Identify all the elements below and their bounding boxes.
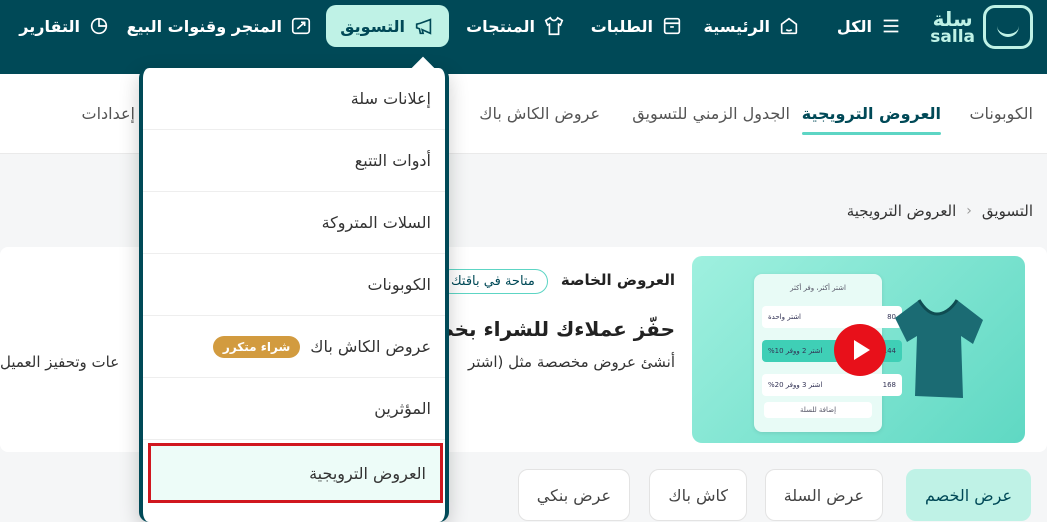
mock-row-label: اشتر واحدة <box>768 313 802 321</box>
menu-item-label: عروض الكاش باك <box>310 337 431 356</box>
card-label: العروض الخاصة <box>560 271 675 289</box>
mock-add-to-cart: إضافة للسلة <box>764 402 872 418</box>
nav-all-label: الكل <box>836 16 872 36</box>
card-description-tail: عات وتحفيز العميل <box>0 353 120 371</box>
menu-item-salla-ads[interactable]: إعلانات سلة <box>143 68 445 130</box>
menu-item-cashback[interactable]: عروض الكاش باك شراء متكرر <box>143 316 445 378</box>
nav-reports-label: التقارير <box>19 16 80 36</box>
breadcrumb-current: العروض الترويجية <box>846 202 957 220</box>
menu-item-label: الكوبونات <box>367 275 431 294</box>
menu-item-abandoned-carts[interactable]: السلات المتروكة <box>143 192 445 254</box>
nav-marketing[interactable]: التسويق <box>326 5 449 47</box>
menu-item-tracking-tools[interactable]: أدوات التتبع <box>143 130 445 192</box>
nav-store-channels-label: المتجر وقنوات البيع <box>126 16 282 36</box>
mock-row: 168 اشتر 3 ووفر 20% <box>762 374 902 396</box>
nav-home[interactable]: الرئيسية <box>704 5 801 47</box>
mock-row-label: اشتر 2 ووفر 10% <box>768 347 823 355</box>
breadcrumb-root[interactable]: التسويق <box>982 202 1033 220</box>
salla-logo-icon <box>983 5 1033 49</box>
menu-item-label: أدوات التتبع <box>354 151 431 170</box>
menu-item-label: إعلانات سلة <box>350 89 431 108</box>
menu-item-label: العروض الترويجية <box>309 463 426 483</box>
nav-orders[interactable]: الطلبات <box>591 5 683 47</box>
chip-bank-offer[interactable]: عرض بنكي <box>517 469 630 521</box>
menu-item-coupons[interactable]: الكوبونات <box>143 254 445 316</box>
pie-chart-icon <box>90 17 108 35</box>
tab-cashback[interactable]: عروض الكاش باك <box>479 104 600 123</box>
nav-orders-label: الطلبات <box>590 16 653 36</box>
chip-cashback[interactable]: كاش باك <box>649 469 747 521</box>
box-icon <box>663 17 681 35</box>
tab-promotions[interactable]: العروض الترويجية <box>801 104 942 135</box>
mock-title: اشتر أكثر، وفر أكثر <box>790 284 846 292</box>
play-icon[interactable] <box>834 324 886 376</box>
card-description: أنشئ عروض مخصصة مثل (اشتر <box>468 353 675 371</box>
nav-home-label: الرئيسية <box>703 16 771 36</box>
menu-item-label: السلات المتروكة <box>321 213 431 232</box>
repeat-purchase-badge: شراء متكرر <box>212 335 301 358</box>
chip-cart-offer[interactable]: عرض السلة <box>764 469 883 521</box>
menu-icon <box>883 19 899 33</box>
mock-row: 80 اشتر واحدة <box>762 306 902 328</box>
nav-store-channels[interactable]: المتجر وقنوات البيع <box>127 5 312 47</box>
tab-coupons[interactable]: الكوبونات <box>969 104 1033 123</box>
promo-video-thumbnail[interactable]: اشتر أكثر، وفر أكثر 80 اشتر واحدة 144 اش… <box>692 256 1025 443</box>
tshirt-icon <box>544 16 564 36</box>
marketing-dropdown-menu: إعلانات سلة أدوات التتبع السلات المتروكة… <box>139 68 449 522</box>
plan-badge: متاحة في باقتك <box>437 269 548 294</box>
logo-text-en: salla <box>930 26 975 47</box>
chevron-left-icon: ‹ <box>966 203 972 219</box>
tab-settings[interactable]: إعدادات <box>82 104 135 123</box>
nav-products-label: المنتجات <box>466 16 535 36</box>
megaphone-icon <box>415 18 432 35</box>
nav-all[interactable]: الكل <box>837 5 902 47</box>
nav-reports[interactable]: التقارير <box>19 5 110 47</box>
tshirt-image <box>895 299 983 398</box>
mock-row-label: اشتر 3 ووفر 20% <box>768 381 823 389</box>
nav-marketing-label: التسويق <box>340 16 405 36</box>
menu-item-influencers[interactable]: المؤثرين <box>143 378 445 440</box>
nav-products[interactable]: المنتجات <box>466 5 565 47</box>
store-channels-icon <box>291 17 311 35</box>
salla-logo[interactable]: سلة salla <box>909 4 1033 50</box>
chip-discount-offer[interactable]: عرض الخصم <box>906 469 1031 521</box>
logo-text-ar: سلة <box>932 6 973 31</box>
menu-item-label: المؤثرين <box>374 399 431 418</box>
home-icon <box>780 17 798 35</box>
breadcrumb: التسويق ‹ العروض الترويجية <box>847 202 1033 220</box>
card-title: حفّز عملاءك للشراء بخصو <box>422 317 675 341</box>
menu-item-promotions[interactable]: العروض الترويجية <box>148 443 443 503</box>
top-navbar: سلة salla الكل الرئيسية الطلبات المنتجات… <box>0 0 1047 74</box>
tab-marketing-schedule[interactable]: الجدول الزمني للتسويق <box>632 104 790 123</box>
